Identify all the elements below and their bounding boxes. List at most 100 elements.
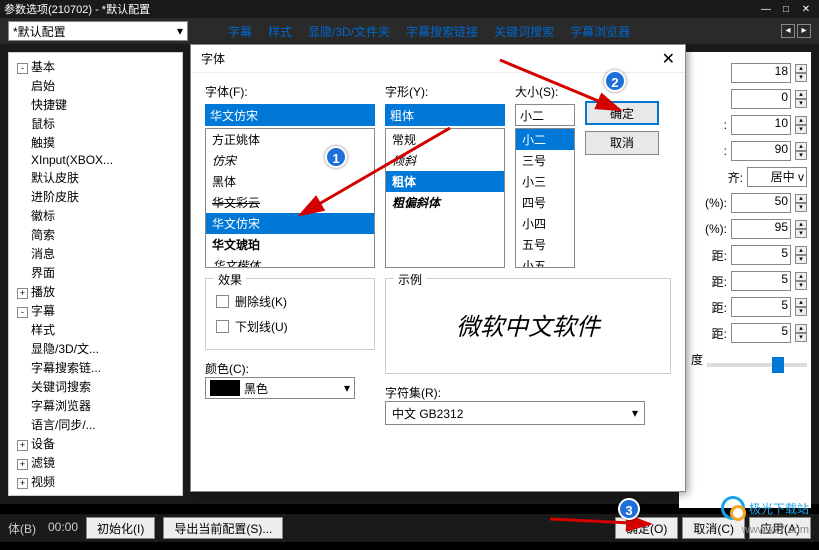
- font-input[interactable]: 华文仿宋: [205, 104, 375, 126]
- tab-关键词搜索[interactable]: 关键词搜索: [488, 21, 560, 42]
- spin-up-icon[interactable]: ▴: [795, 142, 807, 151]
- property-input[interactable]: 0: [731, 89, 791, 109]
- init-button[interactable]: 初始化(I): [86, 517, 155, 539]
- property-input[interactable]: 居中 v: [747, 167, 807, 187]
- tree-node[interactable]: 样式: [13, 320, 178, 339]
- list-item[interactable]: 粗偏斜体: [386, 192, 504, 213]
- dialog-cancel-button[interactable]: 取消: [585, 131, 659, 155]
- tree-node[interactable]: +播放: [13, 282, 178, 301]
- list-item[interactable]: 方正姚体: [206, 129, 374, 150]
- color-select[interactable]: 黑色 ▾: [205, 377, 355, 399]
- tree-node[interactable]: -字幕: [13, 301, 178, 320]
- tree-node[interactable]: 启始: [13, 76, 178, 95]
- property-input[interactable]: 10: [731, 115, 791, 135]
- list-item[interactable]: 三号: [516, 150, 574, 171]
- property-input[interactable]: 90: [731, 141, 791, 161]
- list-item[interactable]: 倾斜: [386, 150, 504, 171]
- list-item[interactable]: 五号: [516, 234, 574, 255]
- spin-down-icon[interactable]: ▾: [795, 281, 807, 290]
- config-select[interactable]: *默认配置 ▾: [8, 21, 188, 41]
- size-listbox[interactable]: 小二三号小三四号小四五号小五: [515, 128, 575, 268]
- property-input[interactable]: 5: [731, 245, 791, 265]
- tree-node[interactable]: 徽标: [13, 206, 178, 225]
- tree-node[interactable]: 关键词搜索: [13, 377, 178, 396]
- spin-up-icon[interactable]: ▴: [795, 324, 807, 333]
- spin-up-icon[interactable]: ▴: [795, 298, 807, 307]
- tree-node[interactable]: 字幕搜索链...: [13, 358, 178, 377]
- spin-up-icon[interactable]: ▴: [795, 220, 807, 229]
- tree-node[interactable]: -基本: [13, 57, 178, 76]
- spin-down-icon[interactable]: ▾: [795, 307, 807, 316]
- list-item[interactable]: 华文仿宋: [206, 213, 374, 234]
- tree-node[interactable]: 简索: [13, 225, 178, 244]
- spin-down-icon[interactable]: ▾: [795, 73, 807, 82]
- spin-down-icon[interactable]: ▾: [795, 151, 807, 160]
- list-item[interactable]: 小四: [516, 213, 574, 234]
- underline-checkbox[interactable]: 下划线(U): [216, 314, 364, 339]
- list-item[interactable]: 小二: [516, 129, 574, 150]
- list-item[interactable]: 华文楷体: [206, 255, 374, 268]
- property-input[interactable]: 5: [731, 323, 791, 343]
- tree-node[interactable]: 触摸: [13, 133, 178, 152]
- minimize-icon[interactable]: —: [757, 4, 775, 15]
- list-item[interactable]: 四号: [516, 192, 574, 213]
- tree-node[interactable]: 语言/同步/...: [13, 415, 178, 434]
- list-item[interactable]: 小三: [516, 171, 574, 192]
- strikethrough-checkbox[interactable]: 删除线(K): [216, 289, 364, 314]
- tab-字幕搜索链接[interactable]: 字幕搜索链接: [400, 21, 484, 42]
- size-input[interactable]: 小二: [515, 104, 575, 126]
- tree-node[interactable]: +视频: [13, 472, 178, 491]
- slider[interactable]: [707, 363, 807, 367]
- spin-up-icon[interactable]: ▴: [795, 194, 807, 203]
- list-item[interactable]: 仿宋: [206, 150, 374, 171]
- list-item[interactable]: 华文琥珀: [206, 234, 374, 255]
- tree-node[interactable]: 快捷键: [13, 95, 178, 114]
- style-input[interactable]: 粗体: [385, 104, 505, 126]
- tab-scroll-left[interactable]: ◂: [781, 24, 795, 38]
- maximize-icon[interactable]: □: [777, 4, 795, 15]
- category-tree[interactable]: -基本启始快捷键鼠标触摸XInput(XBOX...默认皮肤进阶皮肤徽标简索消息…: [8, 52, 183, 496]
- close-icon[interactable]: ✕: [797, 4, 815, 15]
- property-input[interactable]: 50: [731, 193, 791, 213]
- spin-down-icon[interactable]: ▾: [795, 203, 807, 212]
- property-input[interactable]: 5: [731, 297, 791, 317]
- spin-up-icon[interactable]: ▴: [795, 64, 807, 73]
- spin-up-icon[interactable]: ▴: [795, 246, 807, 255]
- spin-down-icon[interactable]: ▾: [795, 255, 807, 264]
- tree-node[interactable]: XInput(XBOX...: [13, 152, 178, 168]
- tree-node[interactable]: 字幕浏览器: [13, 396, 178, 415]
- tab-字幕浏览器[interactable]: 字幕浏览器: [564, 21, 636, 42]
- tree-node[interactable]: 默认皮肤: [13, 168, 178, 187]
- spin-up-icon[interactable]: ▴: [795, 116, 807, 125]
- list-item[interactable]: 常规: [386, 129, 504, 150]
- property-input[interactable]: 18: [731, 63, 791, 83]
- spin-up-icon[interactable]: ▴: [795, 272, 807, 281]
- property-input[interactable]: 5: [731, 271, 791, 291]
- ok-button[interactable]: 确定(O): [615, 517, 678, 539]
- spin-down-icon[interactable]: ▾: [795, 333, 807, 342]
- spin-up-icon[interactable]: ▴: [795, 90, 807, 99]
- tree-node[interactable]: 显隐/3D/文...: [13, 339, 178, 358]
- style-listbox[interactable]: 常规倾斜粗体粗偏斜体: [385, 128, 505, 268]
- property-input[interactable]: 95: [731, 219, 791, 239]
- tree-node[interactable]: +设备: [13, 434, 178, 453]
- dialog-ok-button[interactable]: 确定: [585, 101, 659, 125]
- charset-select[interactable]: 中文 GB2312 ▾: [385, 401, 645, 425]
- list-item[interactable]: 粗体: [386, 171, 504, 192]
- tree-node[interactable]: 鼠标: [13, 114, 178, 133]
- tab-样式[interactable]: 样式: [262, 21, 298, 42]
- tab-显隐/3D/文件夹[interactable]: 显隐/3D/文件夹: [302, 21, 396, 42]
- spin-down-icon[interactable]: ▾: [795, 229, 807, 238]
- tab-scroll-right[interactable]: ▸: [797, 24, 811, 38]
- tree-node[interactable]: 消息: [13, 244, 178, 263]
- tree-node[interactable]: +滤镜: [13, 453, 178, 472]
- tab-字幕[interactable]: 字幕: [222, 21, 258, 42]
- list-item[interactable]: 华文彩云: [206, 192, 374, 213]
- font-listbox[interactable]: 方正姚体仿宋黑体华文彩云华文仿宋华文琥珀华文楷体: [205, 128, 375, 268]
- tree-node[interactable]: 进阶皮肤: [13, 187, 178, 206]
- dialog-close-icon[interactable]: ✕: [662, 49, 675, 69]
- spin-down-icon[interactable]: ▾: [795, 99, 807, 108]
- tree-node[interactable]: 界面: [13, 263, 178, 282]
- spin-down-icon[interactable]: ▾: [795, 125, 807, 134]
- list-item[interactable]: 黑体: [206, 171, 374, 192]
